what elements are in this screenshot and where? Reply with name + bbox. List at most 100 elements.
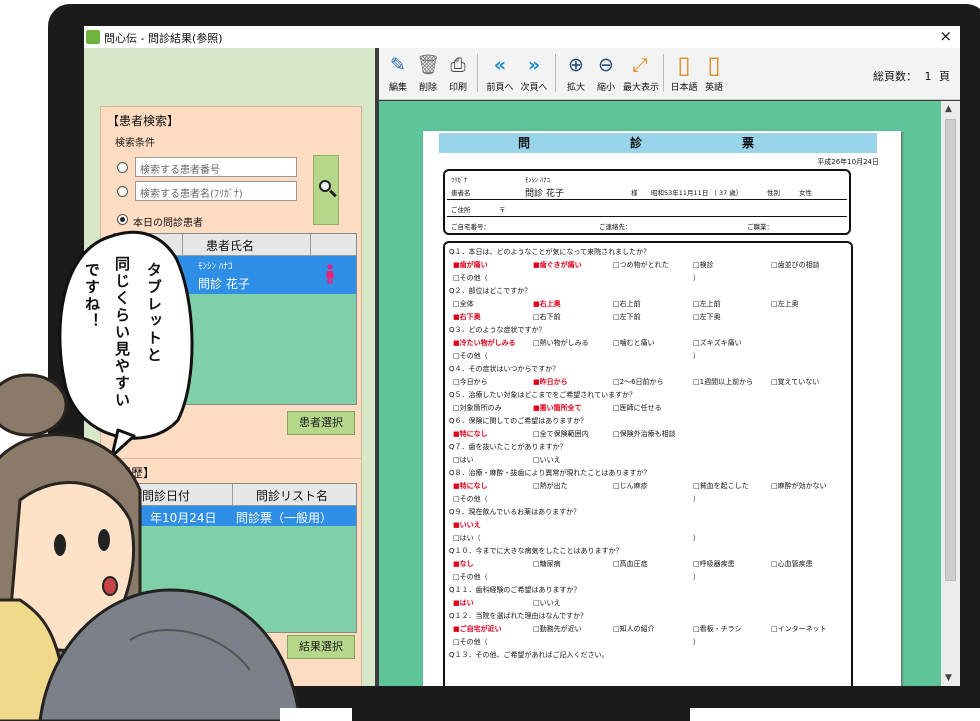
answer-option: □左上前 — [693, 300, 721, 308]
answer-option: □検診 — [693, 261, 714, 269]
zoom-out-icon: ⊖ — [598, 54, 614, 76]
english-button[interactable]: ▯ 英語 — [697, 52, 731, 93]
prev-page-button[interactable]: «前頁へ — [483, 52, 517, 93]
speech-line-3: ですね！ — [83, 262, 101, 330]
answer-option: □2～6日前から — [613, 378, 664, 386]
answer-row: ■特になし □全て保険範囲内 □保険外治療も相談 — [449, 429, 849, 442]
answer-option: □知人の紹介 — [613, 625, 655, 633]
column-header-name[interactable]: 患者氏名 — [206, 237, 254, 254]
radio-today-patients[interactable] — [117, 214, 128, 225]
delete-button[interactable]: 🗑 削除 — [411, 52, 445, 93]
selected-answer: ■いいえ — [453, 521, 481, 529]
questions-box: Q１．本日は、どのようなことが気になって来院されましたか？ ■歯が痛い ■歯ぐきが痛… — [443, 241, 853, 686]
answer-row: □はい（ ） — [449, 533, 849, 546]
questionnaire-page: 問 診 票 平成26年10月24日 ﾌﾘｶﾞﾅ ﾓﾝｼﾝ ﾊﾅｺ 患者名 問診 … — [423, 131, 901, 686]
answer-option: □その他（ — [453, 573, 488, 581]
japanese-button[interactable]: ▯ 日本語 — [667, 52, 701, 93]
question-text: Q４．その症状はいつからですか？ — [449, 365, 560, 373]
column-header-date[interactable]: 問診日付 — [142, 487, 190, 504]
table-row[interactable]: 年10月24日 問診票（一般用） — [114, 506, 356, 526]
answer-option: □麻酔が効かない — [771, 482, 827, 490]
answer-option: □覚えていない — [771, 378, 820, 386]
question-text: Q５．治療したい対象はどこまでをご希望されていますか？ — [449, 391, 637, 399]
question-text: Q６．保険に関してのご希望はありますか？ — [449, 417, 588, 425]
answer-option: □全体 — [453, 300, 474, 308]
edit-button[interactable]: ✎ 編集 — [381, 52, 415, 93]
page-count-value: 1 — [924, 70, 932, 83]
question-text: Q１．本日は、どのようなことが気になって来院されましたか？ — [449, 248, 651, 256]
document-viewer[interactable]: 問 診 票 平成26年10月24日 ﾌﾘｶﾞﾅ ﾓﾝｼﾝ ﾊﾅｺ 患者名 問診 … — [379, 101, 941, 686]
speech-line-1: タブレットと — [145, 262, 163, 364]
select-patient-button[interactable]: 患者選択 — [287, 411, 355, 435]
answer-option: □右下前 — [533, 313, 561, 321]
answer-row: ■ご自宅が近い □勤務先が近い □知人の紹介 □看板・チラシ □インターネット — [449, 624, 849, 637]
question-text: Q１０．今までに大きな病気をしたことはありますか？ — [449, 547, 623, 555]
select-result-button[interactable]: 結果選択 — [287, 635, 355, 659]
selected-answer: ■歯ぐきが痛い — [533, 261, 582, 269]
selected-answer: ■昨日から — [533, 378, 568, 386]
answer-option: □噛むと痛い — [613, 339, 655, 347]
scroll-up-icon[interactable]: ▲ — [945, 104, 952, 114]
scroll-down-icon[interactable]: ▼ — [945, 673, 952, 683]
answer-option: □つめ物がとれた — [613, 261, 669, 269]
answer-option: □その他（ — [453, 352, 488, 360]
patient-name-input[interactable]: 検索する患者名(ﾌﾘｶﾞﾅ) — [135, 181, 297, 201]
question-text: Q１３．その他、ご希望があればご記入ください。 — [449, 651, 609, 659]
selected-answer: ■なし — [453, 560, 474, 568]
answer-option: □いいえ — [533, 456, 561, 464]
answer-row: □その他（ ） — [449, 351, 849, 364]
patient-number-input[interactable]: 検索する患者番号 — [135, 157, 297, 177]
answer-option: □保険外治療も相談 — [613, 430, 676, 438]
vertical-scrollbar[interactable]: ▲ ▼ — [941, 101, 960, 686]
answer-option: □左下前 — [613, 313, 641, 321]
answer-option: □対象箇所のみ — [453, 404, 502, 412]
answer-row: ■右下奥 □右下前 □左下前 □左下奥 — [449, 312, 849, 325]
answer-row: ■歯が痛い ■歯ぐきが痛い □つめ物がとれた □検診 □歯並びの相談 — [449, 260, 849, 273]
app-logo-icon — [86, 30, 100, 44]
answer-row: □今日から ■昨日から □2～6日前から □1週間以上前から □覚えていない — [449, 377, 849, 390]
selected-answer: ■右下奥 — [453, 313, 481, 321]
print-button[interactable]: ⎙ 印刷 — [441, 52, 475, 93]
radio-patient-number[interactable] — [117, 162, 128, 173]
scroll-thumb[interactable] — [945, 119, 956, 581]
question-text: Q２．部位はどこですか？ — [449, 287, 532, 295]
answer-row: ■はい □いいえ — [449, 598, 849, 611]
title-bar: 問心伝 - 問診結果(参照) × — [84, 26, 960, 48]
patient-info-box: ﾌﾘｶﾞﾅ ﾓﾝｼﾝ ﾊﾅｺ 患者名 問診 花子 様 昭和53年11月11日 （… — [443, 169, 851, 235]
column-header-list-name[interactable]: 問診リスト名 — [256, 487, 328, 504]
form-patient-name: 問診 花子 — [525, 189, 564, 199]
search-button[interactable] — [313, 155, 339, 225]
column-header-number[interactable]: 号 — [146, 237, 158, 254]
close-icon[interactable]: × — [939, 27, 952, 45]
toolbar: ✎ 編集 🗑 削除 ⎙ 印刷 «前頁へ » 次頁へ ⊕ 拡大 ⊖ 縮小 ⤢ 最大表示 ▯ 日本語… — [379, 48, 960, 100]
next-page-button[interactable]: » 次頁へ — [517, 52, 551, 93]
answer-row: ■いいえ — [449, 520, 849, 533]
history-date: 年10月24日 — [150, 511, 217, 525]
fit-page-button[interactable]: ⤢ 最大表示 — [623, 52, 659, 93]
question-text: Q７．歯を抜いたことがありますか？ — [449, 443, 567, 451]
answer-option: ） — [693, 274, 700, 282]
answer-option: □全て保険範囲内 — [533, 430, 589, 438]
search-condition-label: 検索条件 — [115, 138, 155, 149]
edit-icon: ✎ — [390, 54, 406, 76]
answer-option: □勤務先が近い — [533, 625, 582, 633]
zoom-out-button[interactable]: ⊖ 縮小 — [589, 52, 623, 93]
answer-row: □その他（ ） — [449, 494, 849, 507]
answer-row: ■特になし □熱が出た □じん麻疹 □貧血を起こした □麻酔が効かない — [449, 481, 849, 494]
answer-option: ） — [693, 495, 700, 503]
answer-option: □高血圧症 — [613, 560, 648, 568]
answer-option: □左上奥 — [771, 300, 799, 308]
answer-option: □右上前 — [613, 300, 641, 308]
zoom-in-button[interactable]: ⊕ 拡大 — [559, 52, 593, 93]
history-heading: 診履歴】 — [107, 466, 156, 480]
answer-option: ） — [693, 638, 700, 646]
selected-answer: ■特になし — [453, 430, 488, 438]
patient-search-heading: 【患者検索】 — [107, 114, 180, 128]
question-text: Q９．現在飲んでいるお薬はありますか？ — [449, 508, 581, 516]
today-patients-label: 本日の問診患者 — [133, 218, 203, 229]
radio-patient-name[interactable] — [117, 186, 128, 197]
answer-option: ） — [693, 534, 700, 542]
answer-option: □心血管疾患 — [771, 560, 813, 568]
answer-option: □その他（ — [453, 638, 488, 646]
question-text: Q８．治療・麻酔・抜歯により異常が現れたことはありますか？ — [449, 469, 651, 477]
